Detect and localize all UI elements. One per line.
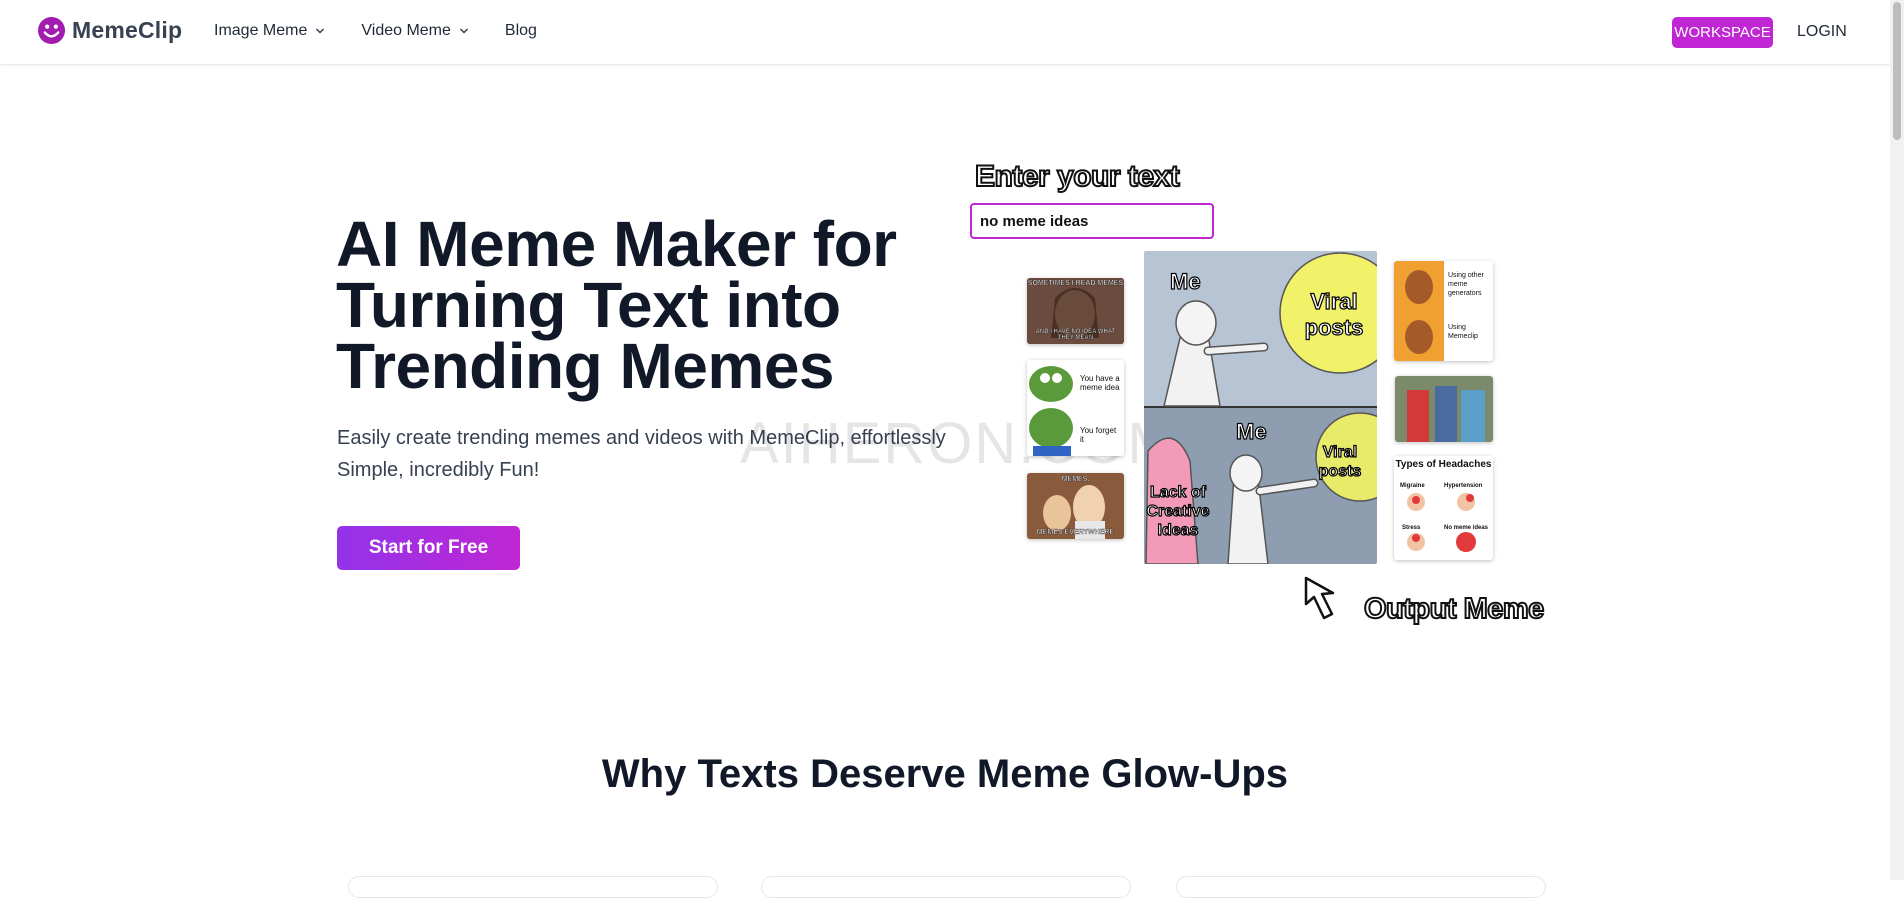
headache-types-meme-thumb: Types of Headaches Migraine Hypertension… — [1394, 456, 1493, 560]
headache-title: Types of Headaches — [1395, 459, 1492, 470]
cursor-arrow-icon — [1304, 576, 1335, 620]
top-navbar: MemeClip Image Meme Video Meme Blog WORK… — [0, 0, 1890, 65]
enter-text-label: Enter your text — [974, 159, 1181, 194]
main-meme-lack-ideas: Lack of Creative Ideas — [1146, 483, 1210, 539]
section-title: Why Texts Deserve Meme Glow-Ups — [601, 752, 1289, 796]
toy-story-bottom-caption: MEMES EVERYWHERE — [1036, 529, 1115, 536]
workspace-button[interactable]: WORKSPACE — [1672, 17, 1773, 48]
main-menu: Image Meme Video Meme Blog — [214, 22, 537, 40]
output-meme-image: Me Viral posts Me Viral posts Lack of Cr… — [1144, 251, 1377, 564]
distracted-boyfriend-image — [1395, 376, 1493, 442]
login-link[interactable]: LOGIN — [1797, 23, 1847, 41]
chevron-down-icon — [316, 28, 325, 34]
demo-text-input[interactable] — [970, 203, 1214, 239]
toy-story-top-caption: MEMES, — [1061, 476, 1090, 483]
nav-blog-label: Blog — [504, 22, 537, 39]
crying-woman-meme-thumb: SOMETIMES I READ MEMES AND I HAVE NO IDE… — [1027, 278, 1124, 344]
drake-bottom-caption: Using Memeclip — [1448, 324, 1478, 340]
feature-card — [761, 876, 1131, 898]
pepe-meme-thumb: You have a meme idea You forget it — [1027, 360, 1124, 456]
nav-image-meme-label: Image Meme — [214, 22, 308, 39]
main-meme-bottom-me: Me — [1235, 418, 1267, 444]
main-meme-bottom-viral: Viral posts — [1318, 443, 1362, 480]
nav-blog[interactable]: Blog — [505, 22, 537, 40]
scrollbar-thumb[interactable] — [1893, 2, 1901, 140]
output-meme-label: Output Meme — [1363, 592, 1545, 626]
feature-card — [348, 876, 718, 898]
crying-meme-bottom-caption: AND I HAVE NO IDEA WHAT THEY MEAN — [1035, 329, 1116, 341]
chevron-down-icon — [459, 28, 468, 34]
drake-meme-thumb: Using other meme generators Using Memecl… — [1394, 261, 1493, 361]
feature-card — [1176, 876, 1546, 898]
page-scrollbar[interactable] — [1890, 0, 1904, 880]
brand-name: MemeClip — [72, 17, 183, 43]
nav-video-meme-label: Video Meme — [361, 22, 451, 39]
distracted-boyfriend-meme-thumb — [1395, 376, 1493, 442]
brand-logo[interactable]: MemeClip — [37, 16, 182, 45]
hero-title: AI Meme Maker for Turning Text into Tren… — [336, 208, 897, 402]
main-meme-top-viral: Viral posts — [1304, 288, 1364, 340]
pepe-top-caption: You have a meme idea — [1080, 374, 1120, 392]
headache-heads-image — [1407, 493, 1476, 552]
toy-story-meme-thumb: MEMES, MEMES EVERYWHERE — [1027, 473, 1124, 539]
main-meme-top-me: Me — [1169, 268, 1201, 294]
smiley-logo-icon — [37, 16, 66, 45]
nav-video-meme[interactable]: Video Meme — [361, 22, 469, 40]
drake-top-caption: Using other meme generators — [1448, 272, 1484, 297]
nav-image-meme[interactable]: Image Meme — [214, 22, 325, 40]
crying-meme-top-caption: SOMETIMES I READ MEMES — [1027, 280, 1124, 287]
pepe-bottom-caption: You forget it — [1080, 426, 1117, 444]
start-for-free-button[interactable]: Start for Free — [337, 526, 520, 570]
